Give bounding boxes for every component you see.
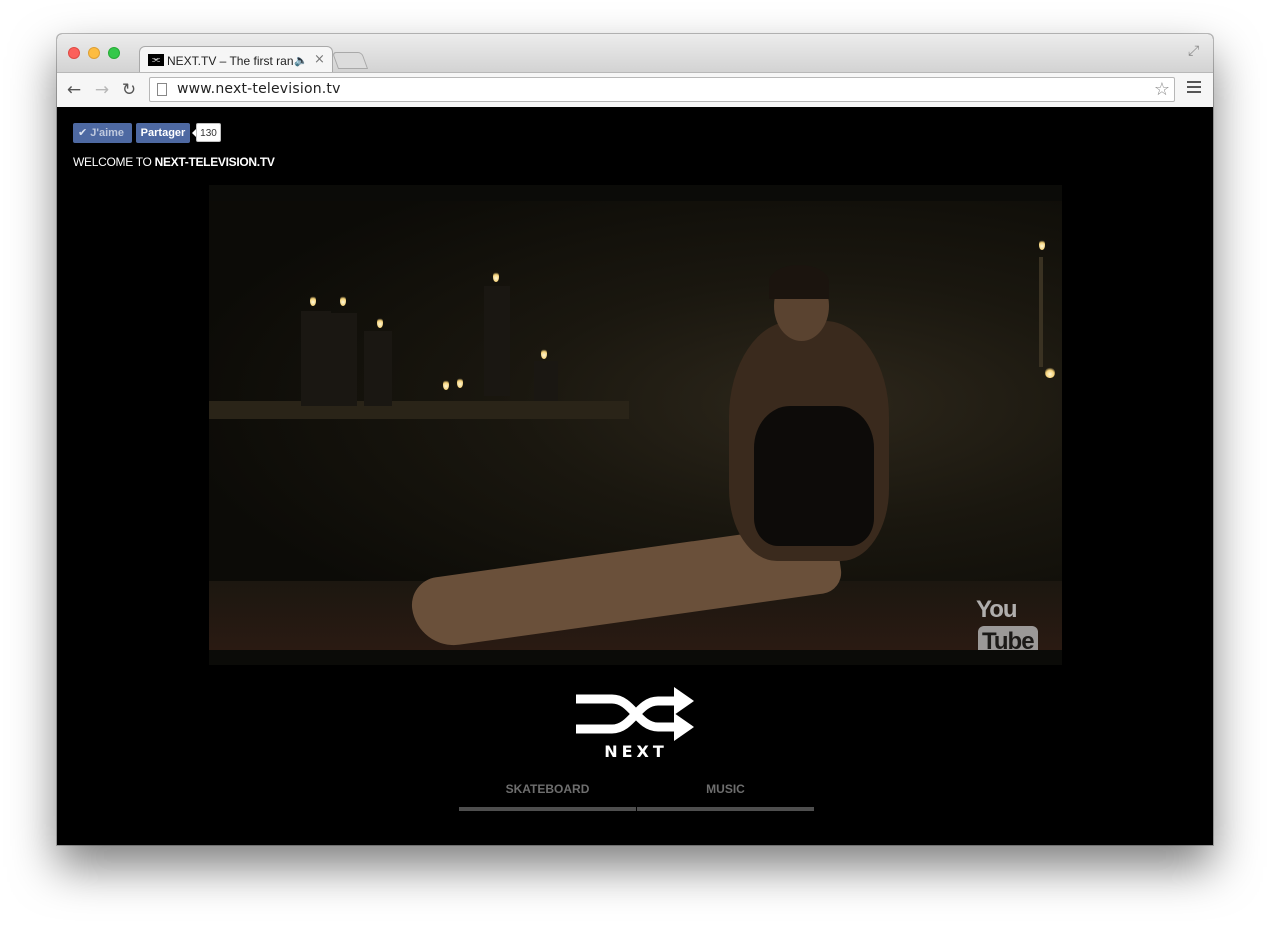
video-scene-figure-hair: [769, 265, 829, 299]
video-scene-flame: [493, 271, 499, 282]
favicon-icon: ⫘: [148, 54, 164, 66]
video-frame[interactable]: You Tube: [209, 201, 1062, 650]
video-scene-flame: [541, 348, 547, 359]
youtube-logo-tube: Tube: [978, 626, 1038, 650]
speaker-icon[interactable]: 🔈: [294, 53, 308, 69]
video-scene-flame: [310, 295, 316, 306]
logo-text: NEXT: [604, 742, 668, 761]
page-content: ✔ J'aime Partager 130 WELCOME TO NEXT-TEL…: [57, 107, 1213, 845]
new-tab-button[interactable]: [331, 52, 369, 69]
video-scene-candle: [484, 286, 510, 396]
video-scene-flame: [457, 377, 463, 388]
video-scene-flame: [443, 379, 449, 390]
minimize-window-button[interactable]: [88, 47, 100, 59]
title-bar: ⫘ NEXT.TV – The first random 🔈 × ⤢: [57, 34, 1213, 74]
reload-icon[interactable]: ↻: [119, 80, 139, 100]
browser-tab[interactable]: ⫘ NEXT.TV – The first random 🔈 ×: [139, 46, 333, 74]
close-window-button[interactable]: [68, 47, 80, 59]
browser-window: ⫘ NEXT.TV – The first random 🔈 × ⤢ ← → ↻…: [57, 34, 1213, 845]
video-scene-candle: [301, 311, 331, 406]
checkmark-icon: ✔: [78, 126, 88, 139]
forward-arrow-icon[interactable]: →: [92, 80, 112, 100]
tab-title: NEXT.TV – The first random: [167, 54, 293, 68]
nav-item-skateboard[interactable]: SKATEBOARD: [459, 782, 636, 811]
bookmark-star-icon[interactable]: ☆: [1154, 78, 1170, 101]
fullscreen-icon[interactable]: ⤢: [1188, 43, 1199, 59]
video-scene-figure-outfit: [754, 406, 874, 546]
back-arrow-icon[interactable]: ←: [64, 80, 84, 100]
youtube-logo-you: You: [976, 596, 1018, 623]
video-scene-flame: [340, 295, 346, 306]
welcome-heading: WELCOME TO NEXT-TELEVISION.TV: [73, 155, 275, 169]
menu-icon[interactable]: [1187, 81, 1201, 95]
video-scene-flame: [1039, 239, 1045, 250]
close-tab-icon[interactable]: ×: [314, 52, 325, 68]
video-scene-flame: [1045, 367, 1055, 378]
video-scene-flame: [377, 317, 383, 328]
video-scene-candle: [331, 313, 357, 406]
address-bar[interactable]: www.next-television.tv ☆: [149, 77, 1175, 102]
video-scene-candle: [364, 331, 392, 406]
page-icon: [157, 83, 167, 96]
welcome-prefix: WELCOME TO: [73, 155, 155, 169]
like-label: J'aime: [90, 127, 125, 139]
url-text[interactable]: www.next-television.tv: [177, 81, 341, 98]
browser-toolbar: ← → ↻ www.next-television.tv ☆: [57, 72, 1213, 108]
facebook-share-button[interactable]: Partager: [136, 123, 190, 143]
facebook-share-count: 130: [192, 123, 221, 142]
nav-item-music[interactable]: MUSIC: [637, 782, 814, 811]
video-scene-candle: [534, 361, 558, 401]
welcome-site-name: NEXT-TELEVISION.TV: [154, 155, 275, 169]
video-scene-table: [209, 401, 629, 419]
youtube-video-player[interactable]: You Tube: [209, 185, 1062, 665]
youtube-logo[interactable]: You Tube: [976, 594, 1062, 650]
zoom-window-button[interactable]: [108, 47, 120, 59]
video-scene-candle: [1039, 257, 1043, 367]
category-nav: SKATEBOARD MUSIC: [459, 782, 815, 811]
facebook-like-button[interactable]: ✔ J'aime: [73, 123, 132, 143]
